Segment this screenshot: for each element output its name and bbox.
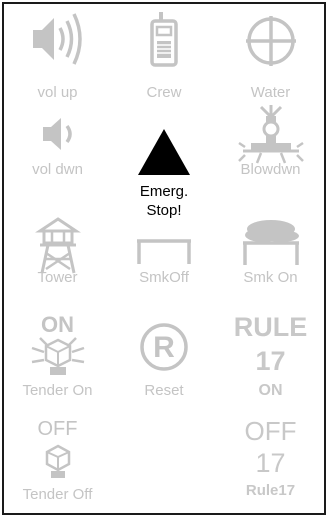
- button-grid: vol up Crew Water vol dwn Emerg. Stop! B…: [4, 4, 324, 513]
- tender-on-button[interactable]: ON Tender On: [4, 312, 111, 416]
- vol-up-label: vol up: [37, 84, 78, 101]
- tower-button[interactable]: Tower: [4, 215, 111, 312]
- tender-on-label: Tender On: [22, 382, 93, 399]
- rule17-off-line2: 17: [255, 448, 286, 478]
- smk-on-button[interactable]: Smk On: [217, 215, 324, 312]
- tender-light-on-icon: [30, 336, 86, 376]
- emerg-stop-label-line1: Emerg.: [139, 183, 189, 200]
- blowdwn-label: Blowdwn: [240, 161, 301, 178]
- rule17-off-line3: Rule17: [245, 482, 296, 499]
- rule17-off-button[interactable]: OFF 17 Rule17: [217, 416, 324, 513]
- smk-on-label: Smk On: [243, 269, 298, 286]
- radio-icon: [147, 12, 181, 70]
- emerg-stop-button[interactable]: Emerg. Stop!: [111, 107, 217, 219]
- svg-text:R: R: [153, 331, 175, 364]
- water-label: Water: [250, 84, 291, 101]
- water-button[interactable]: Water: [217, 4, 324, 107]
- vol-dwn-label: vol dwn: [32, 161, 83, 178]
- tender-on-badge: ON: [41, 312, 74, 337]
- reset-label: Reset: [144, 382, 184, 399]
- crew-label: Crew: [146, 84, 182, 101]
- tower-label: Tower: [37, 269, 78, 286]
- smoke-cloud-icon: [241, 219, 301, 265]
- rule17-on-line2: 17: [255, 346, 286, 376]
- blowdwn-button[interactable]: Blowdwn: [217, 105, 324, 215]
- bench-icon: [135, 238, 193, 264]
- crosshair-icon: [244, 14, 298, 68]
- registered-r-icon: R: [139, 322, 189, 372]
- crew-button[interactable]: Crew: [111, 4, 217, 107]
- vol-dwn-button[interactable]: vol dwn: [4, 107, 111, 215]
- tender-off-button[interactable]: OFF Tender Off: [4, 416, 111, 513]
- triangle-icon: [138, 129, 190, 175]
- speaker-loud-icon: [31, 10, 85, 68]
- tender-off-label: Tender Off: [22, 486, 93, 503]
- control-panel: vol up Crew Water vol dwn Emerg. Stop! B…: [2, 2, 326, 515]
- blowdown-valve-icon: [237, 105, 304, 165]
- vol-up-button[interactable]: vol up: [4, 4, 111, 107]
- reset-button[interactable]: R Reset: [111, 312, 217, 416]
- water-tower-icon: [34, 217, 81, 275]
- empty-slot: [111, 416, 217, 513]
- rule17-on-line1: RULE: [233, 312, 308, 342]
- rule17-off-line1: OFF: [244, 416, 297, 446]
- rule17-on-button[interactable]: RULE 17 ON: [217, 312, 324, 416]
- smk-off-label: SmkOff: [139, 269, 189, 286]
- smk-off-button[interactable]: SmkOff: [111, 215, 217, 312]
- tender-off-badge: OFF: [37, 418, 78, 440]
- speaker-quiet-icon: [41, 114, 75, 154]
- rule17-on-line3: ON: [258, 382, 283, 399]
- tender-light-off-icon: [45, 444, 71, 478]
